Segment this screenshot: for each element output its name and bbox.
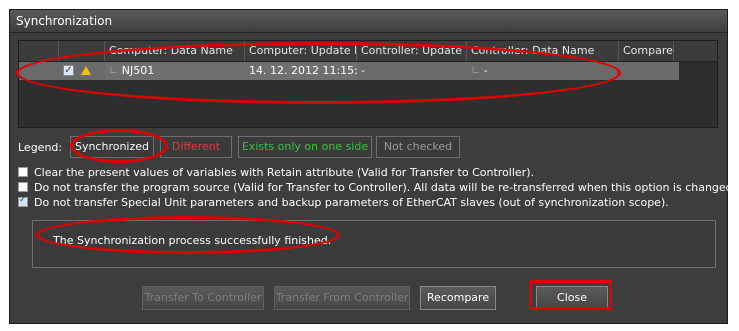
transfer-from-controller-button[interactable]: Transfer From Controller — [274, 286, 410, 310]
legend-not-checked: Not checked — [376, 136, 460, 158]
cell-computer-update: 14. 12. 2012 11:15:09 — [245, 62, 357, 80]
row-checkbox[interactable]: ✓ — [63, 65, 74, 76]
col-header-controller-update[interactable]: Controller: Update Da — [357, 41, 467, 61]
col-header-compare[interactable]: Compare — [619, 41, 674, 61]
cell-compare — [619, 62, 674, 80]
option-checkbox[interactable] — [18, 182, 28, 192]
col-header-computer-update[interactable]: Computer: Update Da — [245, 41, 357, 61]
top-border — [0, 0, 739, 8]
legend-different: Different — [160, 136, 232, 158]
transfer-to-controller-button[interactable]: Transfer To Controller — [142, 286, 264, 310]
status-message: The Synchronization process successfully… — [53, 234, 332, 247]
message-box: The Synchronization process successfully… — [32, 220, 716, 268]
col-header-computer-data-name[interactable]: Computer: Data Name — [105, 41, 245, 61]
legend-label: Legend: — [18, 141, 63, 154]
cell-controller-update: - — [361, 64, 365, 77]
legend-synchronized: Synchronized — [70, 136, 154, 158]
option-checkbox-checked[interactable] — [18, 195, 28, 207]
cell-computer-data-name: ∟ NJ501 — [105, 62, 245, 80]
cell-controller-data-name: ∟ - — [471, 64, 488, 77]
table-header: Computer: Data Name Computer: Update Da … — [19, 41, 717, 62]
option-checkbox[interactable] — [18, 167, 28, 177]
col-header-check[interactable] — [19, 41, 59, 61]
sync-table: Computer: Data Name Computer: Update Da … — [18, 40, 718, 128]
recompare-button[interactable]: Recompare — [420, 286, 496, 310]
legend-exists-one-side: Exists only on one side — [238, 136, 372, 158]
synchronization-window: Synchronization Computer: Data Name Comp… — [9, 9, 736, 324]
col-header-controller-data-name[interactable]: Controller: Data Name — [467, 41, 619, 61]
warning-icon — [81, 66, 91, 75]
window-title: Synchronization — [16, 14, 113, 28]
col-header-status[interactable] — [59, 41, 105, 61]
close-button[interactable]: Close — [536, 286, 608, 310]
title-bar: Synchronization — [10, 10, 727, 33]
